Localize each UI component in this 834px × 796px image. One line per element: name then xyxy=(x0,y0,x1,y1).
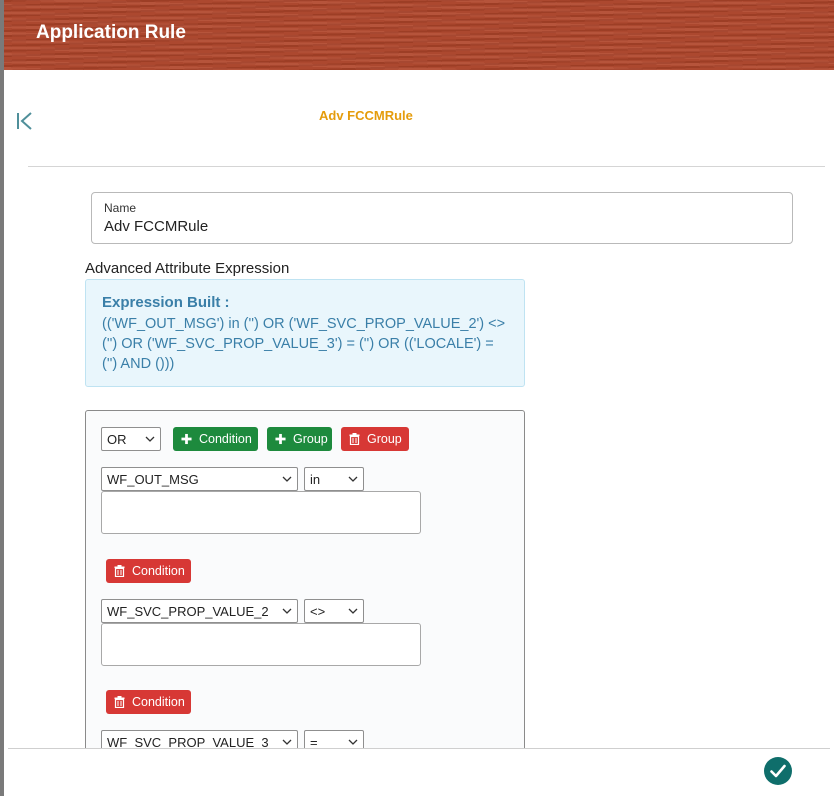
add-group-label: Group xyxy=(293,432,328,446)
condition-operator-value: in xyxy=(310,472,321,487)
footer-divider xyxy=(8,748,830,749)
trash-icon xyxy=(114,565,125,577)
condition-operator-value: <> xyxy=(310,604,326,619)
header-divider xyxy=(28,166,825,167)
delete-condition-label: Condition xyxy=(132,564,185,578)
delete-condition-label: Condition xyxy=(132,695,185,709)
add-condition-button[interactable]: Condition xyxy=(173,427,258,451)
dialog-title: Application Rule xyxy=(36,22,186,43)
delete-condition-button[interactable]: Condition xyxy=(106,690,191,714)
chevron-down-icon xyxy=(348,476,358,482)
application-rule-dialog: Application Rule Adv FCCMRule Name Advan… xyxy=(4,0,834,796)
trash-icon xyxy=(114,696,125,708)
condition-value-input[interactable] xyxy=(101,623,421,666)
dialog-footer xyxy=(4,749,834,796)
condition-attribute-select[interactable]: WF_SVC_PROP_VALUE_2 xyxy=(101,599,298,623)
name-field[interactable]: Name xyxy=(91,192,793,244)
condition-attribute-value: WF_SVC_PROP_VALUE_2 xyxy=(107,604,269,619)
add-group-button[interactable]: Group xyxy=(267,427,332,451)
record-name: Adv FCCMRule xyxy=(319,108,413,123)
plus-icon xyxy=(275,433,286,445)
check-circle-icon[interactable] xyxy=(764,757,792,785)
chevron-down-icon xyxy=(282,476,292,482)
expression-heading: Expression Built : xyxy=(102,294,230,311)
chevron-down-icon xyxy=(145,436,155,442)
dialog-titlebar: Application Rule xyxy=(4,0,834,70)
skip-to-first-icon[interactable] xyxy=(14,110,36,132)
delete-condition-button[interactable]: Condition xyxy=(106,559,191,583)
name-field-label: Name xyxy=(104,201,137,215)
condition-attribute-select[interactable]: WF_OUT_MSG xyxy=(101,467,298,491)
chevron-down-icon xyxy=(348,608,358,614)
condition-attribute-value: WF_OUT_MSG xyxy=(107,472,199,487)
expression-built-panel: Expression Built : (('WF_OUT_MSG') in ('… xyxy=(85,279,525,387)
delete-group-label: Group xyxy=(367,432,402,446)
add-condition-label: Condition xyxy=(199,432,252,446)
condition-value-input[interactable] xyxy=(101,491,421,534)
group-operator-select[interactable]: OR xyxy=(101,427,161,451)
name-input[interactable] xyxy=(104,218,774,235)
delete-group-button[interactable]: Group xyxy=(341,427,409,451)
trash-icon xyxy=(349,433,360,445)
chevron-down-icon xyxy=(348,739,358,745)
chevron-down-icon xyxy=(282,608,292,614)
condition-operator-select[interactable]: <> xyxy=(304,599,364,623)
condition-operator-select[interactable]: in xyxy=(304,467,364,491)
expression-text: (('WF_OUT_MSG') in ('') OR ('WF_SVC_PROP… xyxy=(102,316,506,372)
group-operator-value: OR xyxy=(107,432,127,447)
condition-builder: OR Condition Group Group WF_OUT_MSG in C… xyxy=(85,410,525,796)
advanced-expression-label: Advanced Attribute Expression xyxy=(85,260,290,277)
plus-icon xyxy=(181,433,192,445)
chevron-down-icon xyxy=(282,739,292,745)
